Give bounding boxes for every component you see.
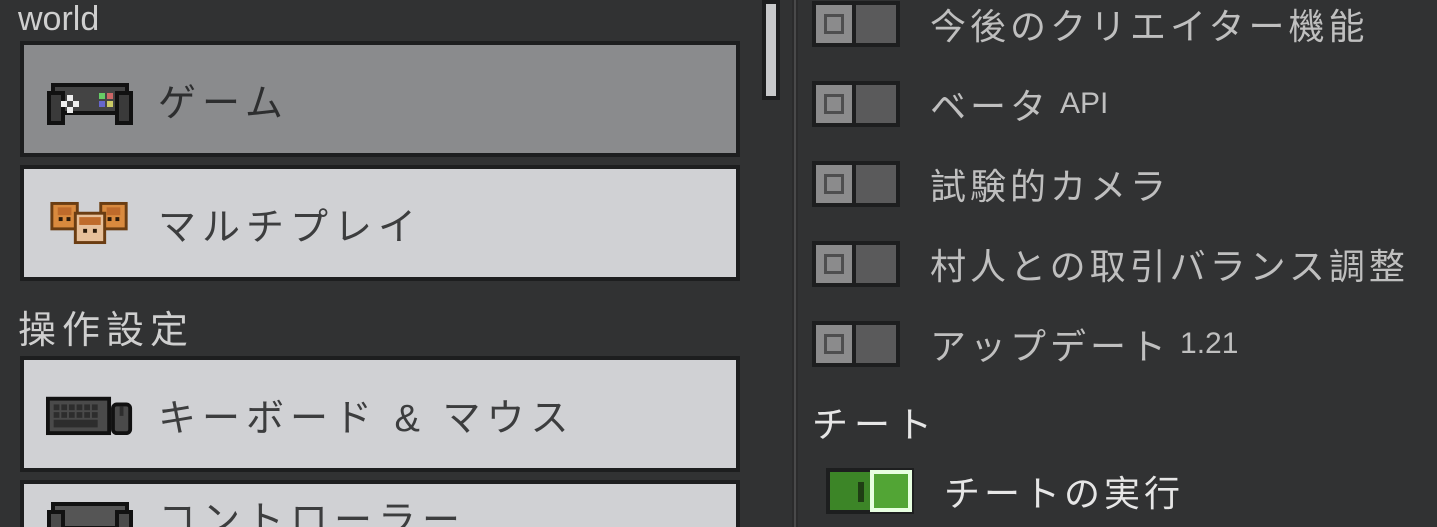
toggle-update-121[interactable] (812, 321, 900, 367)
option-row: 試験的カメラ (806, 144, 1437, 224)
option-label: アップデート (930, 318, 1170, 370)
nav-list-world: ゲーム (0, 41, 760, 281)
option-label: ベータ (930, 78, 1050, 130)
panel-divider (792, 0, 798, 527)
section-header-cheats: チート (806, 384, 1437, 456)
option-label: 試験的カメラ (930, 158, 1170, 210)
option-label: チートの実行 (944, 465, 1184, 517)
sidebar-item-multiplayer[interactable]: マルチプレイ (20, 165, 740, 281)
settings-sidebar: world ゲーム (0, 0, 760, 527)
sidebar-item-game[interactable]: ゲーム (20, 41, 740, 157)
option-row: ベータ API (806, 64, 1437, 144)
sidebar-item-label: キーボード & マウス (158, 387, 574, 442)
sidebar-item-controller[interactable]: コントローラー (20, 480, 740, 527)
option-row: 村人との取引バランス調整 (806, 224, 1437, 304)
toggle-experimental-camera[interactable] (812, 161, 900, 207)
option-label: 今後のクリエイター機能 (930, 0, 1369, 50)
options-panel: 今後のクリエイター機能 ベータ API 試験的カメラ 村人との取引バランス調整 … (806, 0, 1437, 527)
players-icon (46, 188, 134, 258)
section-header-world: world (0, 0, 760, 41)
sidebar-scrollbar[interactable] (762, 0, 780, 100)
option-row: チートの実行 (806, 456, 1437, 526)
section-header-controls: 操作設定 (0, 299, 760, 356)
option-row: アップデート 1.21 (806, 304, 1437, 384)
toggle-upcoming-creator-features[interactable] (812, 1, 900, 47)
option-sublabel: 1.21 (1180, 327, 1238, 361)
option-row: 今後のクリエイター機能 (806, 0, 1437, 64)
controller-icon (46, 64, 134, 134)
keyboard-mouse-icon (46, 379, 134, 449)
toggle-beta-api[interactable] (812, 81, 900, 127)
sidebar-item-keyboard-mouse[interactable]: キーボード & マウス (20, 356, 740, 472)
option-label: 村人との取引バランス調整 (930, 238, 1409, 290)
sidebar-item-label: マルチプレイ (158, 196, 422, 251)
sidebar-item-label: ゲーム (158, 72, 289, 127)
sidebar-item-label: コントローラー (158, 489, 466, 527)
nav-list-controls: キーボード & マウス コントローラー (0, 356, 760, 527)
controller-icon (46, 493, 134, 527)
option-sublabel: API (1060, 87, 1108, 121)
toggle-villager-trade-rebalance[interactable] (812, 241, 900, 287)
toggle-cheats[interactable] (826, 468, 914, 514)
